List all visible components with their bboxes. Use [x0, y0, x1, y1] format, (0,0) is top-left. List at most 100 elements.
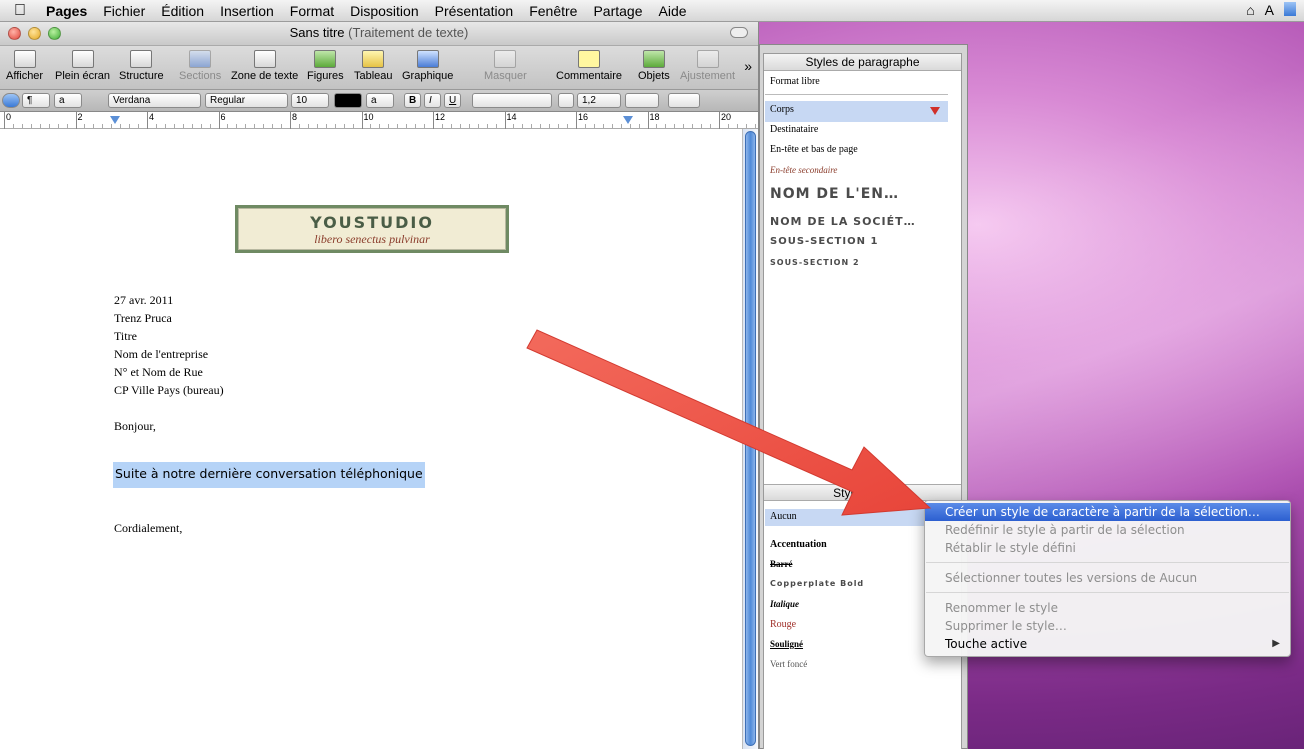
afficher-button[interactable]: Afficher	[6, 50, 43, 82]
logo-tagline: libero senectus pulvinar	[314, 232, 430, 246]
selected-text[interactable]: Suite à notre dernière conversation télé…	[113, 462, 425, 488]
ruler-minor-tick	[620, 124, 622, 128]
highlight-color-well[interactable]: a	[366, 93, 394, 108]
line-spacing-field[interactable]: 1,2	[577, 93, 621, 108]
scroll-thumb[interactable]	[745, 131, 756, 746]
pstyle-corps[interactable]: Corps	[770, 104, 794, 115]
structure-button[interactable]: Structure	[119, 50, 164, 82]
menu-delete-style[interactable]: Supprimer le style…	[925, 617, 1290, 635]
ajustement-button[interactable]: Ajustement	[680, 50, 735, 82]
paragraph-style-popup[interactable]: ¶	[22, 93, 50, 108]
tableau-button[interactable]: Tableau	[354, 50, 393, 82]
toolbar-toggle-button[interactable]	[730, 27, 748, 38]
menu-edition[interactable]: Édition	[153, 3, 212, 19]
graphique-button[interactable]: Graphique	[402, 50, 453, 82]
pstyle-destinataire[interactable]: Destinataire	[770, 124, 818, 135]
window-titlebar[interactable]: Sans titre (Traitement de texte)	[0, 22, 758, 46]
zone-de-texte-button[interactable]: Zone de texte	[231, 50, 298, 82]
ruler[interactable]: 0 2 4 6 8 10 12 14 16 18 20	[0, 112, 783, 129]
menu-disposition[interactable]: Disposition	[342, 3, 426, 19]
italic-button[interactable]: I	[424, 93, 441, 108]
menu-partage[interactable]: Partage	[585, 3, 650, 19]
cstyle-aucun[interactable]: Aucun	[770, 511, 797, 522]
toolbar-overflow-button[interactable]: »	[744, 58, 752, 74]
font-size-field[interactable]: 10	[291, 93, 329, 108]
apple-icon[interactable]: 	[0, 2, 40, 20]
styles-drawer-toggle-icon[interactable]	[2, 93, 20, 108]
ruler-minor-tick	[424, 124, 426, 128]
graphique-label: Graphique	[402, 70, 454, 82]
menu-select-all-versions[interactable]: Sélectionner toutes les versions de Aucu…	[925, 569, 1290, 587]
document-page[interactable]: YOUSTUDIO libero senectus pulvinar 27 av…	[0, 129, 742, 749]
menu-aide[interactable]: Aide	[651, 3, 695, 19]
menu-rename-style[interactable]: Renommer le style	[925, 599, 1290, 617]
menu-insertion[interactable]: Insertion	[212, 3, 282, 19]
ruler-minor-tick	[558, 124, 560, 128]
menu-redefine-style[interactable]: Redéfinir le style à partir de la sélect…	[925, 521, 1290, 539]
pstyle-sous-section-1[interactable]: SOUS-SECTION 1	[770, 236, 878, 247]
pstyle-format-libre[interactable]: Format libre	[770, 76, 820, 87]
menu-revert-style[interactable]: Rétablir le style défini	[925, 539, 1290, 557]
objets-button[interactable]: Objets	[638, 50, 670, 82]
menu-format[interactable]: Format	[282, 3, 342, 19]
figures-button[interactable]: Figures	[307, 50, 344, 82]
text-color-well[interactable]	[334, 93, 362, 108]
cstyle-accentuation[interactable]: Accentuation	[770, 539, 827, 550]
commentaire-button[interactable]: Commentaire	[556, 50, 622, 82]
list-popup[interactable]	[668, 93, 700, 108]
ruler-minor-tick	[513, 124, 515, 128]
sections-button[interactable]: Sections	[179, 50, 221, 82]
menu-presentation[interactable]: Présentation	[427, 3, 522, 19]
plein-ecran-button[interactable]: Plein écran	[55, 50, 110, 82]
font-family-popup[interactable]: Verdana	[108, 93, 201, 108]
cstyle-italique[interactable]: Italique	[770, 599, 799, 609]
app-store-icon[interactable]: A	[1265, 2, 1274, 18]
menu-fenetre[interactable]: Fenêtre	[521, 3, 585, 19]
menu-create-char-style[interactable]: Créer un style de caractère à partir de …	[925, 503, 1290, 521]
paragraph-styles-header: Styles de paragraphe	[764, 54, 961, 71]
masquer-button[interactable]: Masquer	[484, 50, 527, 82]
cstyle-copperplate[interactable]: Copperplate Bold	[770, 579, 864, 588]
cstyle-vert-fonce[interactable]: Vert foncé	[770, 659, 807, 669]
window-subtitle: (Traitement de texte)	[348, 25, 469, 40]
menu-app-name[interactable]: Pages	[40, 3, 95, 19]
char-styles-header[interactable]: Styles de c	[764, 484, 961, 501]
ruler-minor-tick	[638, 124, 640, 128]
underline-button[interactable]: U	[444, 93, 461, 108]
ruler-tick	[576, 112, 577, 129]
pstyle-entete-bas[interactable]: En-tête et bas de page	[770, 144, 858, 155]
style-menu-triangle-icon[interactable]	[930, 107, 940, 115]
pstyle-entete-secondaire[interactable]: En-tête secondaire	[770, 165, 837, 175]
columns-popup[interactable]	[625, 93, 659, 108]
cstyle-rouge[interactable]: Rouge	[770, 619, 796, 630]
right-indent-marker[interactable]	[623, 116, 633, 124]
char-style-popup[interactable]: a	[54, 93, 82, 108]
ruler-minor-tick	[236, 124, 238, 128]
minimize-button[interactable]	[28, 27, 41, 40]
zoom-button[interactable]	[48, 27, 61, 40]
close-button[interactable]	[8, 27, 21, 40]
status-icon[interactable]	[1284, 2, 1296, 16]
pstyle-sous-section-2[interactable]: SOUS-SECTION 2	[770, 258, 860, 267]
vertical-scrollbar[interactable]	[742, 129, 758, 749]
menu-hot-key-label: Touche active	[945, 637, 1028, 651]
ruler-minor-tick	[227, 124, 229, 128]
line-spacing-icon[interactable]	[558, 93, 574, 108]
pstyle-nom-societe[interactable]: NOM DE LA SOCIÉT…	[770, 215, 916, 228]
cstyle-souligne[interactable]: Souligné	[770, 639, 803, 649]
ruler-minor-tick	[164, 124, 166, 128]
menu-hot-key[interactable]: Touche active ▶	[925, 635, 1290, 653]
menu-fichier[interactable]: Fichier	[95, 3, 153, 19]
ruler-label: 2	[77, 112, 83, 122]
home-icon[interactable]: ⌂	[1246, 2, 1254, 18]
cstyle-barre[interactable]: Barré	[770, 559, 793, 569]
pstyle-nom-entreprise[interactable]: NOM DE L'EN…	[770, 186, 899, 202]
left-indent-marker[interactable]	[110, 116, 120, 124]
bold-button[interactable]: B	[404, 93, 421, 108]
alignment-buttons[interactable]	[472, 93, 552, 108]
ruler-label: 0	[6, 112, 12, 122]
logo-placeholder[interactable]: YOUSTUDIO libero senectus pulvinar	[235, 205, 509, 253]
address-block[interactable]: 27 avr. 2011 Trenz Pruca Titre Nom de l'…	[114, 291, 224, 399]
ruler-tick	[647, 112, 649, 129]
typeface-popup[interactable]: Regular	[205, 93, 288, 108]
